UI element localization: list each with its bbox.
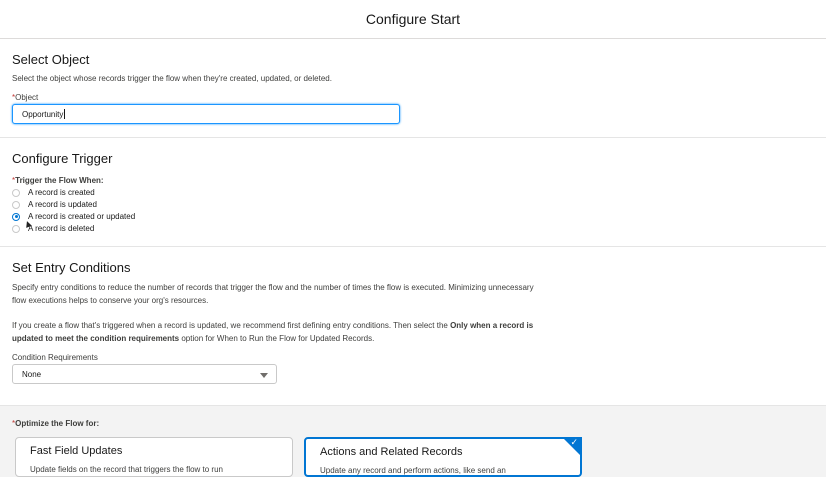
card-title: Fast Field Updates bbox=[30, 445, 123, 457]
card-title: Actions and Related Records bbox=[320, 446, 463, 458]
select-value: None bbox=[22, 369, 42, 379]
actions-related-records-card[interactable]: ✓ Actions and Related Records Update any… bbox=[304, 437, 582, 477]
object-input[interactable]: Opportunity bbox=[12, 104, 400, 124]
select-object-description: Select the object whose records trigger … bbox=[12, 74, 332, 83]
entry-conditions-paragraph-1: Specify entry conditions to reduce the n… bbox=[12, 281, 612, 307]
radio-option-created[interactable]: A record is created bbox=[12, 187, 95, 198]
object-input-value: Opportunity bbox=[22, 109, 64, 119]
radio-button[interactable] bbox=[12, 200, 20, 209]
entry-conditions-paragraph-2: If you create a flow that's triggered wh… bbox=[12, 319, 612, 345]
paragraph-bold-text: updated to meet the condition requiremen… bbox=[12, 334, 180, 343]
card-description: Update any record and perform actions, l… bbox=[320, 466, 506, 475]
select-object-title: Select Object bbox=[12, 52, 90, 67]
radio-button[interactable] bbox=[12, 224, 20, 233]
configure-trigger-section: Configure Trigger *Trigger the Flow When… bbox=[0, 138, 826, 247]
paragraph-line: If you create a flow that's triggered wh… bbox=[12, 319, 612, 332]
radio-label: A record is created or updated bbox=[28, 212, 136, 221]
check-icon: ✓ bbox=[570, 438, 578, 448]
modal-header: Configure Start bbox=[0, 0, 826, 39]
radio-option-updated[interactable]: A record is updated bbox=[12, 199, 97, 210]
object-field-label: *Object bbox=[12, 93, 38, 102]
trigger-field-label: *Trigger the Flow When: bbox=[12, 176, 104, 185]
radio-button[interactable] bbox=[12, 188, 20, 197]
condition-requirements-label: Condition Requirements bbox=[12, 353, 98, 362]
fast-field-updates-card[interactable]: Fast Field Updates Update fields on the … bbox=[15, 437, 293, 477]
configure-trigger-title: Configure Trigger bbox=[12, 151, 113, 166]
paragraph-bold-text: Only when a record is bbox=[450, 321, 534, 330]
radio-label: A record is updated bbox=[28, 200, 97, 209]
text-caret bbox=[64, 109, 66, 119]
chevron-down-icon bbox=[260, 373, 268, 378]
paragraph-line: flow executions helps to conserve your o… bbox=[12, 296, 209, 305]
object-label-text: Object bbox=[15, 93, 39, 102]
condition-requirements-select[interactable]: None bbox=[12, 364, 277, 384]
paragraph-line: Specify entry conditions to reduce the n… bbox=[12, 283, 534, 292]
entry-conditions-title: Set Entry Conditions bbox=[12, 260, 131, 275]
trigger-label-text: Trigger the Flow When: bbox=[15, 176, 104, 185]
select-object-section: Select Object Select the object whose re… bbox=[0, 39, 826, 138]
optimize-label-text: Optimize the Flow for: bbox=[15, 419, 100, 428]
radio-label: A record is deleted bbox=[28, 224, 95, 233]
radio-option-created-or-updated[interactable]: A record is created or updated bbox=[12, 211, 135, 222]
optimize-field-label: *Optimize the Flow for: bbox=[12, 419, 99, 428]
modal-title: Configure Start bbox=[365, 11, 461, 27]
radio-button-checked[interactable] bbox=[12, 212, 20, 221]
paragraph-text: option for When to Run the Flow for Upda… bbox=[179, 334, 375, 343]
card-description: Update fields on the record that trigger… bbox=[30, 465, 223, 474]
radio-label: A record is created bbox=[28, 188, 95, 197]
paragraph-line: updated to meet the condition requiremen… bbox=[12, 332, 612, 345]
paragraph-text: If you create a flow that's triggered wh… bbox=[12, 321, 451, 330]
